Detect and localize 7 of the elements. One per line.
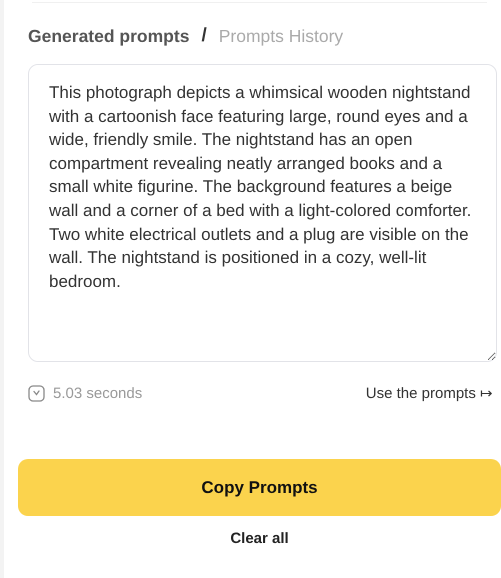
prompt-textarea[interactable]: This photograph depicts a whimsical wooden nightstand with a cartoonish face featuring large, round eyes and a wide, friendly smile. The nightstand has an open compartment revealing neatly arranged books and a small white figurine. The background features a beige wall and a corner of a bed with a light-colored comforter. Two white electrical outlets and a plug are visible on the wall. The nightstand is positioned in a cozy, well-lit bedroom. bbox=[28, 64, 497, 362]
tab[interactable]: Generated prompts bbox=[28, 26, 190, 46]
tab-separator: / bbox=[201, 25, 207, 47]
duration-text: 5.03 seconds bbox=[53, 384, 142, 402]
copy-prompts-button[interactable]: Copy Prompts bbox=[18, 459, 501, 516]
use-prompts-link[interactable]: Use the prompts ↦ bbox=[366, 384, 493, 402]
clear-all-button[interactable]: Clear all bbox=[224, 529, 295, 548]
